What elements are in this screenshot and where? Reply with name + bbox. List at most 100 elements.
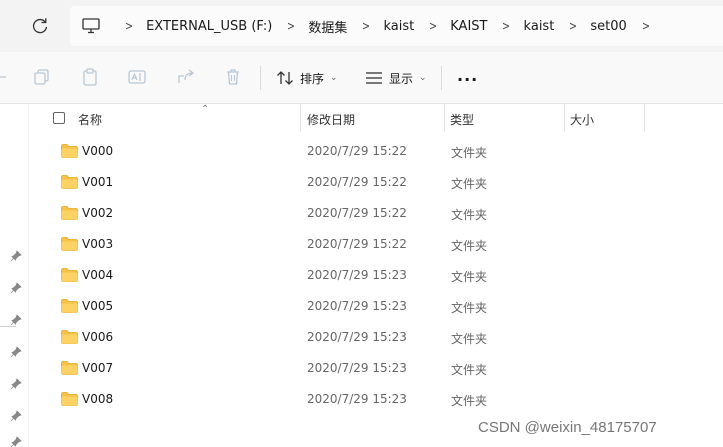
column-header-row: ⌃ 名称 修改日期 类型 大小 (29, 104, 723, 132)
column-resize-handle[interactable] (300, 104, 301, 132)
view-list-icon (366, 72, 382, 84)
file-name: V006 (82, 330, 114, 344)
view-button[interactable]: 显示 ⌄ (365, 65, 427, 91)
chevron-right-icon[interactable]: > (642, 19, 650, 33)
breadcrumb[interactable]: > EXTERNAL_USB (F:) > 数据集 > kaist > KAIS… (70, 6, 723, 46)
cut-icon[interactable] (0, 68, 18, 86)
folder-icon (61, 206, 78, 220)
file-type: 文件夹 (451, 177, 488, 191)
file-date: 2020/7/29 15:22 (307, 175, 407, 189)
select-all-checkbox[interactable] (53, 112, 65, 124)
breadcrumb-item-set00[interactable]: set00 (590, 19, 626, 34)
folder-icon (61, 361, 78, 375)
folder-icon (61, 268, 78, 282)
file-date: 2020/7/29 15:23 (307, 330, 407, 344)
file-name: V000 (82, 144, 114, 158)
delete-icon[interactable] (224, 68, 242, 86)
more-options-button[interactable]: ··· (457, 70, 478, 89)
breadcrumb-item-kaist[interactable]: kaist (383, 19, 414, 34)
file-name: V007 (82, 361, 114, 375)
chevron-right-icon[interactable]: > (125, 19, 133, 33)
file-name: V005 (82, 299, 114, 313)
file-type: 文件夹 (451, 363, 488, 377)
file-type: 文件夹 (451, 208, 488, 222)
copy-icon[interactable] (33, 68, 51, 86)
address-bar-row: > EXTERNAL_USB (F:) > 数据集 > kaist > KAIS… (0, 0, 723, 52)
file-name: V001 (82, 175, 114, 189)
pin-icon[interactable] (10, 410, 22, 422)
view-label: 显示 (389, 71, 414, 86)
breadcrumb-item-dataset[interactable]: 数据集 (308, 17, 347, 36)
breadcrumb-item-kaist-upper[interactable]: KAIST (450, 19, 487, 34)
table-row[interactable]: V004 2020/7/29 15:23 文件夹 (29, 260, 723, 291)
column-resize-handle[interactable] (644, 104, 645, 132)
sort-label: 排序 (300, 71, 325, 86)
pin-icon[interactable] (10, 346, 22, 358)
chevron-right-icon[interactable]: > (362, 19, 370, 33)
column-header-date[interactable]: 修改日期 (307, 111, 355, 128)
chevron-right-icon[interactable]: > (502, 19, 510, 33)
pin-icon[interactable] (10, 250, 22, 262)
file-list: V000 2020/7/29 15:22 文件夹 V001 2020/7/29 … (29, 136, 723, 415)
file-type: 文件夹 (451, 394, 488, 408)
sort-icon (277, 71, 293, 85)
watermark-text: CSDN @weixin_48175707 (478, 419, 657, 436)
folder-icon (61, 237, 78, 251)
folder-icon (61, 299, 78, 313)
sort-ascending-icon: ⌃ (201, 104, 210, 115)
toolbar-divider (260, 66, 261, 90)
navigation-pane (0, 104, 28, 447)
file-date: 2020/7/29 15:22 (307, 144, 407, 158)
chevron-right-icon[interactable]: > (569, 19, 577, 33)
pin-icon[interactable] (10, 378, 22, 390)
file-type: 文件夹 (451, 332, 488, 346)
chevron-down-icon: ⌄ (419, 73, 427, 83)
column-resize-handle[interactable] (564, 104, 565, 132)
file-date: 2020/7/29 15:22 (307, 237, 407, 251)
breadcrumb-item-drive[interactable]: EXTERNAL_USB (F:) (146, 19, 272, 34)
table-row[interactable]: V007 2020/7/29 15:23 文件夹 (29, 353, 723, 384)
table-row[interactable]: V005 2020/7/29 15:23 文件夹 (29, 291, 723, 322)
command-bar: 排序 ⌄ 显示 ⌄ ··· (0, 52, 723, 104)
breadcrumb-item-kaist-sub[interactable]: kaist (524, 19, 555, 34)
table-row[interactable]: V008 2020/7/29 15:23 文件夹 (29, 384, 723, 415)
folder-icon (61, 392, 78, 406)
chevron-right-icon[interactable]: > (429, 19, 437, 33)
share-icon[interactable] (177, 68, 195, 86)
file-name: V008 (82, 392, 114, 406)
column-header-size[interactable]: 大小 (570, 111, 594, 128)
pin-icon[interactable] (10, 282, 22, 294)
file-name: V004 (82, 268, 114, 282)
file-date: 2020/7/29 15:22 (307, 206, 407, 220)
refresh-icon[interactable] (28, 14, 52, 38)
pin-icon[interactable] (10, 314, 22, 326)
rename-icon[interactable] (128, 68, 146, 86)
folder-icon (61, 144, 78, 158)
file-name: V002 (82, 206, 114, 220)
chevron-down-icon: ⌄ (330, 73, 338, 83)
folder-icon (61, 330, 78, 344)
table-row[interactable]: V003 2020/7/29 15:22 文件夹 (29, 229, 723, 260)
paste-icon[interactable] (81, 68, 99, 86)
file-type: 文件夹 (451, 146, 488, 160)
nav-separator (0, 326, 16, 327)
table-row[interactable]: V001 2020/7/29 15:22 文件夹 (29, 167, 723, 198)
column-header-type[interactable]: 类型 (450, 111, 474, 128)
table-row[interactable]: V002 2020/7/29 15:22 文件夹 (29, 198, 723, 229)
sort-button[interactable]: 排序 ⌄ (276, 65, 338, 91)
pin-icon[interactable] (10, 436, 22, 447)
folder-icon (61, 175, 78, 189)
chevron-right-icon[interactable]: > (287, 19, 295, 33)
file-type: 文件夹 (451, 239, 488, 253)
file-date: 2020/7/29 15:23 (307, 392, 407, 406)
file-type: 文件夹 (451, 270, 488, 284)
table-row[interactable]: V006 2020/7/29 15:23 文件夹 (29, 322, 723, 353)
file-date: 2020/7/29 15:23 (307, 361, 407, 375)
table-row[interactable]: V000 2020/7/29 15:22 文件夹 (29, 136, 723, 167)
file-date: 2020/7/29 15:23 (307, 299, 407, 313)
this-pc-icon[interactable] (82, 18, 100, 34)
file-name: V003 (82, 237, 114, 251)
file-date: 2020/7/29 15:23 (307, 268, 407, 282)
column-header-name[interactable]: 名称 (78, 111, 102, 128)
column-resize-handle[interactable] (444, 104, 445, 132)
